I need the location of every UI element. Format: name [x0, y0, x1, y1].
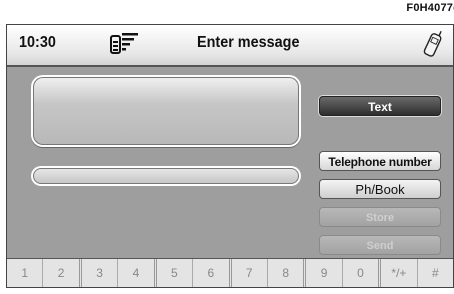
keypad: 1 2 3 4 5 6 7 8 9 0 */+ #: [7, 258, 453, 287]
key-2[interactable]: 2: [43, 259, 82, 287]
telephone-number-button[interactable]: Telephone number: [319, 151, 441, 171]
message-text-area[interactable]: [31, 75, 301, 147]
signal-strength-icon: [110, 33, 138, 54]
key-0[interactable]: 0: [343, 259, 382, 287]
text-button[interactable]: Text: [319, 96, 441, 116]
key-5[interactable]: 5: [157, 259, 194, 287]
key-3[interactable]: 3: [82, 259, 119, 287]
key-7[interactable]: 7: [232, 259, 268, 287]
key-1[interactable]: 1: [7, 259, 44, 287]
display-screen: 10:30 Enter message Text Telephone numbe…: [6, 24, 454, 288]
send-button[interactable]: Send: [319, 235, 441, 255]
key-6[interactable]: 6: [193, 259, 232, 287]
store-button[interactable]: Store: [319, 207, 441, 227]
key-star-plus[interactable]: */+: [381, 259, 418, 287]
key-4[interactable]: 4: [118, 259, 157, 287]
key-9[interactable]: 9: [306, 259, 343, 287]
figure-code: F0H4077g: [406, 2, 454, 14]
header-bar: 10:30 Enter message: [7, 25, 453, 67]
phone-number-field[interactable]: [31, 166, 301, 186]
key-hash[interactable]: #: [418, 259, 453, 287]
phonebook-button[interactable]: Ph/Book: [319, 179, 441, 199]
clock: 10:30: [19, 34, 56, 51]
mobile-phone-icon: [423, 30, 442, 57]
key-8[interactable]: 8: [268, 259, 307, 287]
page-title: Enter message: [197, 34, 300, 51]
